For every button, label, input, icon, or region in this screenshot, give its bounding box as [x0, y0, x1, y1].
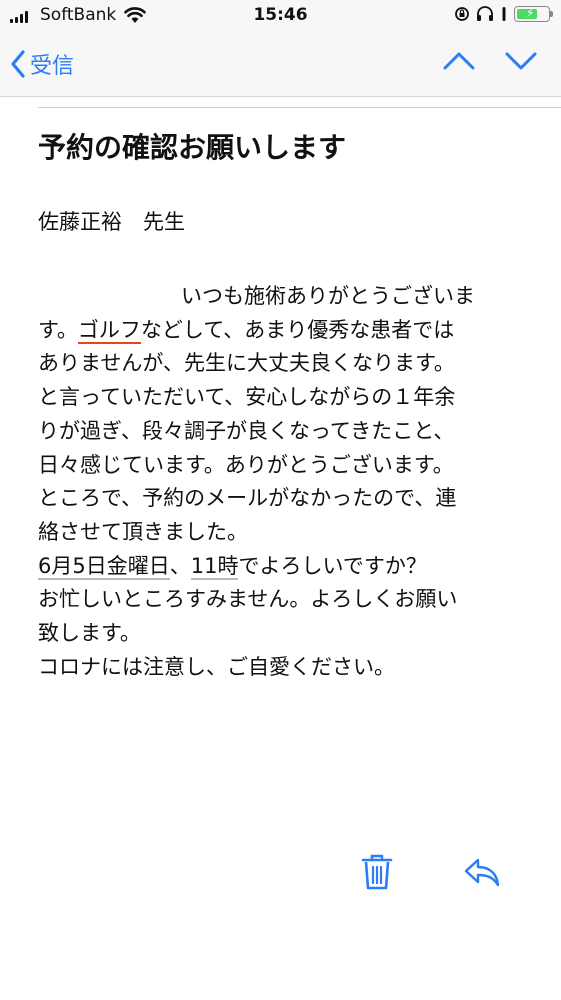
body-line: 6月5日金曜日、11時でよろしいですか？ — [38, 550, 528, 584]
body-text-segment: などして、あまり優秀な患者では — [140, 317, 455, 342]
nav-bar: 受信 — [0, 32, 561, 97]
back-label: 受信 — [30, 54, 75, 79]
trash-button[interactable] — [360, 852, 394, 896]
previous-message-button[interactable] — [442, 50, 476, 76]
body-text-segment: コロナには注意し、ご自愛ください。 — [38, 654, 395, 679]
next-message-button[interactable] — [504, 50, 538, 76]
body-line: 絡させて頂きました。 — [38, 516, 528, 550]
underlined-text[interactable]: 6月5日金曜日 — [38, 553, 170, 580]
body-text-segment: いつも施術ありがとうございま — [181, 284, 475, 308]
body-text-segment: 日々感じています。ありがとうございます。 — [38, 452, 454, 477]
body-line: ありませんが、先生に大丈夫良くなります。 — [38, 347, 528, 381]
body-line: す。ゴルフなどして、あまり優秀な患者では — [38, 314, 528, 348]
body-line: 日々感じています。ありがとうございます。 — [38, 449, 528, 483]
body-text-segment: りが過ぎ、段々調子が良くなってきたこと、 — [38, 418, 455, 443]
reply-icon — [464, 858, 500, 887]
chevron-left-icon — [11, 50, 25, 78]
back-button[interactable]: 受信 — [10, 46, 74, 82]
mail-recipient: 佐藤正裕 先生 — [38, 210, 185, 234]
body-text-segment: す。 — [38, 317, 78, 342]
reply-button[interactable] — [462, 854, 502, 894]
header-divider — [38, 107, 561, 108]
underlined-text[interactable]: 11時 — [190, 553, 239, 580]
headphones-icon — [477, 6, 493, 21]
chevron-down-icon — [505, 52, 537, 70]
body-line: ところで、予約のメールがなかったので、連 — [38, 482, 528, 516]
body-line: 致します。 — [38, 617, 528, 651]
body-text-segment: ありませんが、先生に大丈夫良くなります。 — [38, 351, 455, 376]
body-text-segment: ところで、予約のメールがなかったので、連 — [38, 486, 457, 511]
body-line: と言っていただいて、安心しながらの１年余 — [38, 381, 528, 415]
trash-icon — [361, 854, 393, 890]
mail-subject: 予約の確認お願いします — [38, 131, 347, 164]
chevron-up-icon — [443, 52, 475, 70]
body-text-segment: 、 — [169, 553, 191, 578]
underlined-text[interactable]: ゴルフ — [77, 317, 141, 344]
status-bar: SoftBank 15:46 ⚡ — [0, 0, 561, 32]
body-text-segment: でよろしいですか？ — [238, 553, 427, 578]
body-line: コロナには注意し、ご自愛ください。 — [38, 651, 528, 685]
body-text-segment: お忙しいところすみません。よろしくお願い — [38, 587, 458, 612]
mail-body: いつも施術ありがとうございます。ゴルフなどして、あまり優秀な患者ではありませんが… — [38, 280, 528, 684]
battery-icon: ⚡ — [514, 6, 550, 22]
body-line: いつも施術ありがとうございま — [38, 280, 528, 314]
orientation-lock-icon — [455, 7, 469, 21]
body-line: お忙しいところすみません。よろしくお願い — [38, 583, 528, 617]
body-text-segment: 絡させて頂きました。 — [38, 519, 248, 544]
body-line: りが過ぎ、段々調子が良くなってきたこと、 — [38, 415, 528, 449]
alarm-icon — [502, 7, 506, 21]
body-text-segment: 致します。 — [38, 621, 141, 646]
status-indicators: ⚡ — [454, 6, 553, 22]
body-text-segment: と言っていただいて、安心しながらの１年余 — [38, 385, 456, 410]
